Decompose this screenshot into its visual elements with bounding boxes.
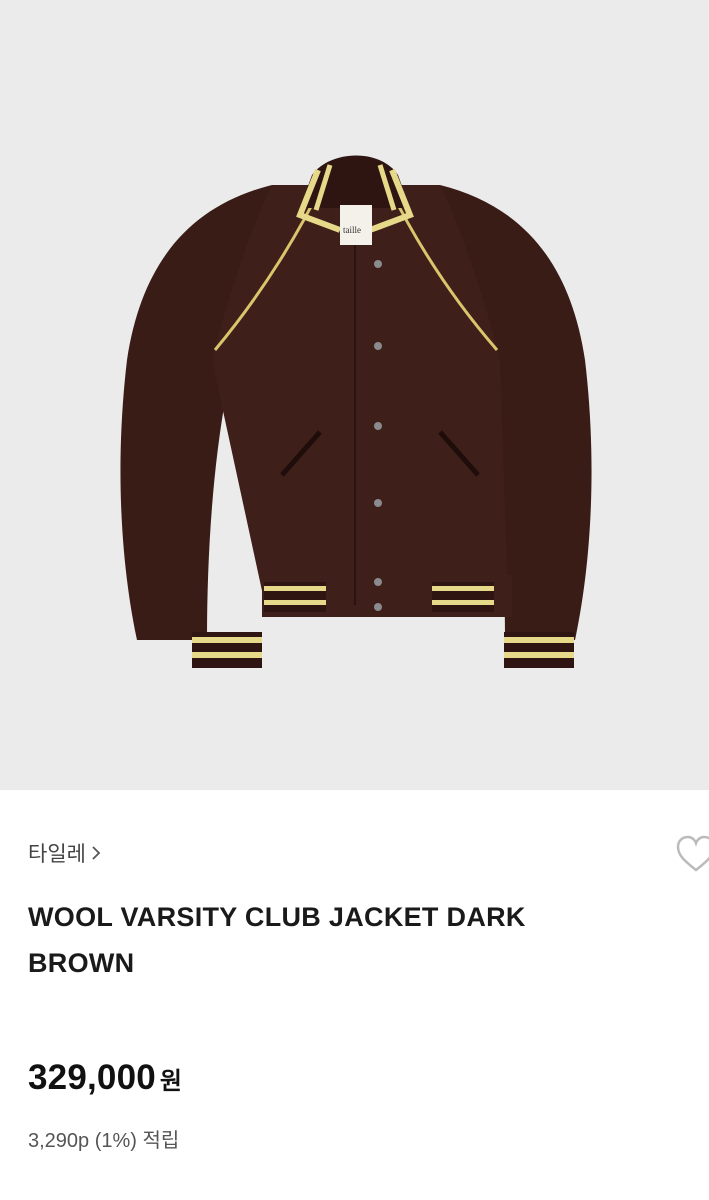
product-title: WOOL VARSITY CLUB JACKET DARK BROWN bbox=[28, 902, 526, 978]
jacket-label-text: taille bbox=[343, 225, 361, 235]
chevron-right-icon bbox=[92, 846, 101, 860]
product-image[interactable]: taille bbox=[0, 0, 709, 790]
brand-name: 타일레 bbox=[28, 843, 86, 866]
jacket-illustration: taille bbox=[120, 155, 592, 668]
price-amount: 329,000 bbox=[28, 1058, 156, 1097]
price-currency: 원 bbox=[159, 1068, 183, 1095]
product-info: 타일레 WOOL VARSITY CLUB JACKET DARK BROWN … bbox=[0, 790, 709, 1200]
price: 329,000 원 bbox=[28, 1058, 182, 1098]
heart-outline-icon[interactable] bbox=[672, 830, 709, 878]
brand-link[interactable]: 타일레 bbox=[28, 838, 101, 868]
reward-points: 3,290p (1%) 적립 bbox=[28, 1130, 180, 1152]
